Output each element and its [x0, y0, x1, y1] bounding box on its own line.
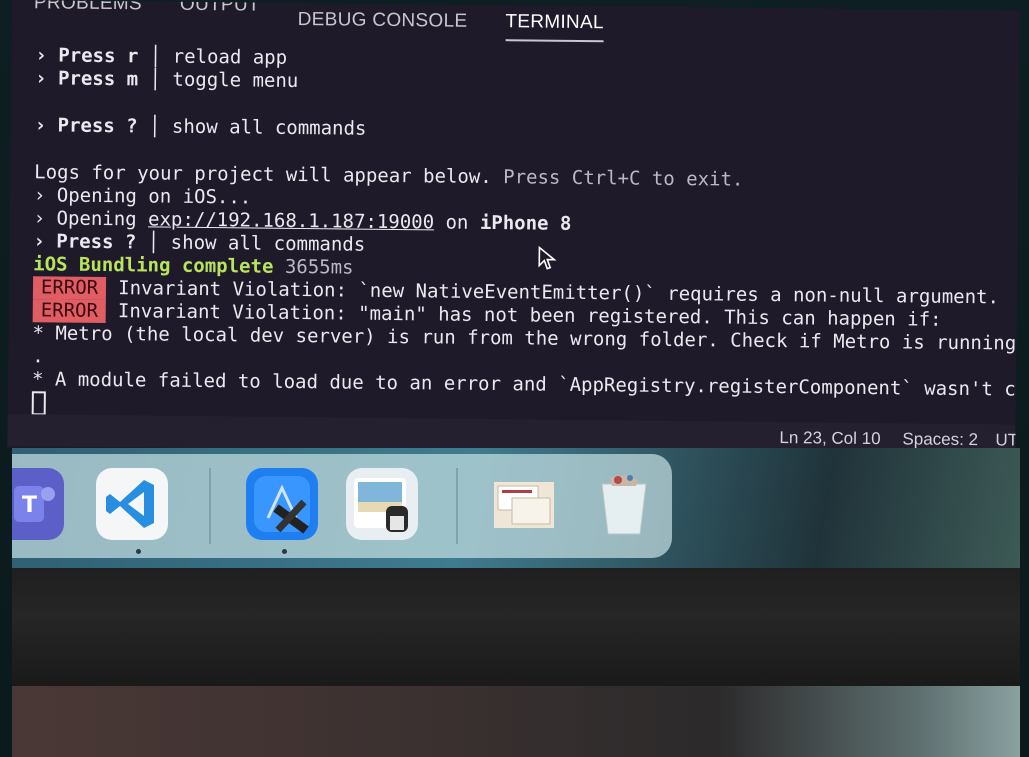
bundle-status: iOS Bundling complete — [33, 253, 274, 278]
xcode-icon[interactable] — [246, 468, 318, 540]
error-badge: ERROR — [32, 299, 107, 324]
trash-icon[interactable] — [588, 468, 660, 540]
expo-url-link[interactable]: exp://192.168.1.187:19000 — [148, 208, 434, 233]
key-hint-desc: reload app — [172, 45, 288, 69]
editor-screen: PROBLEMS OUTPUT DEBUG CONSOLE TERMINAL ›… — [7, 0, 1020, 459]
bundle-time: 3655ms — [284, 255, 354, 279]
opening-prefix: › Opening — [33, 207, 137, 231]
tab-terminal[interactable]: TERMINAL — [505, 5, 605, 43]
tab-problems[interactable]: PROBLEMS — [34, 0, 143, 41]
key-hint: › Press ? — [33, 230, 137, 254]
panel-tab-bar: PROBLEMS OUTPUT DEBUG CONSOLE TERMINAL — [12, 0, 1020, 51]
running-indicator — [136, 549, 141, 554]
logs-exit-hint: Press Ctrl+C to exit. — [503, 166, 744, 191]
opening-on: on — [445, 211, 469, 234]
vscode-icon[interactable] — [96, 468, 168, 540]
error-badge: ERROR — [32, 276, 107, 301]
teams-icon[interactable]: T — [12, 468, 64, 540]
dock-separator — [456, 468, 458, 544]
dock-separator — [209, 468, 211, 544]
device-name: iPhone 8 — [479, 211, 572, 235]
dock: T — [12, 454, 672, 558]
key-hint: › Press ? — [34, 114, 138, 138]
svg-text:T: T — [22, 493, 37, 518]
mouse-pointer-icon — [538, 245, 557, 270]
key-hint-desc: show all commands — [170, 231, 366, 256]
preview-icon[interactable] — [346, 468, 418, 540]
tab-debug-console[interactable]: DEBUG CONSOLE — [297, 3, 468, 45]
key-hint: › Press m — [35, 67, 139, 91]
documents-folder-icon[interactable] — [488, 468, 560, 540]
desktop-wallpaper: T — [12, 448, 1020, 568]
terminal-cursor — [31, 391, 46, 416]
terminal-output[interactable]: › Press r │ reload app › Press m │ toggl… — [31, 44, 1020, 424]
photo-frame: PROBLEMS OUTPUT DEBUG CONSOLE TERMINAL ›… — [0, 0, 1029, 757]
key-hint: › Press r — [35, 44, 139, 68]
key-hint-desc: toggle menu — [172, 68, 299, 93]
background-surface — [12, 686, 1020, 757]
cursor-position[interactable]: Ln 23, Col 10 — [779, 428, 880, 449]
running-indicator — [282, 549, 287, 554]
tab-output[interactable]: OUTPUT — [180, 0, 260, 43]
monitor-bezel — [12, 568, 1020, 686]
key-hint-desc: show all commands — [171, 115, 367, 140]
